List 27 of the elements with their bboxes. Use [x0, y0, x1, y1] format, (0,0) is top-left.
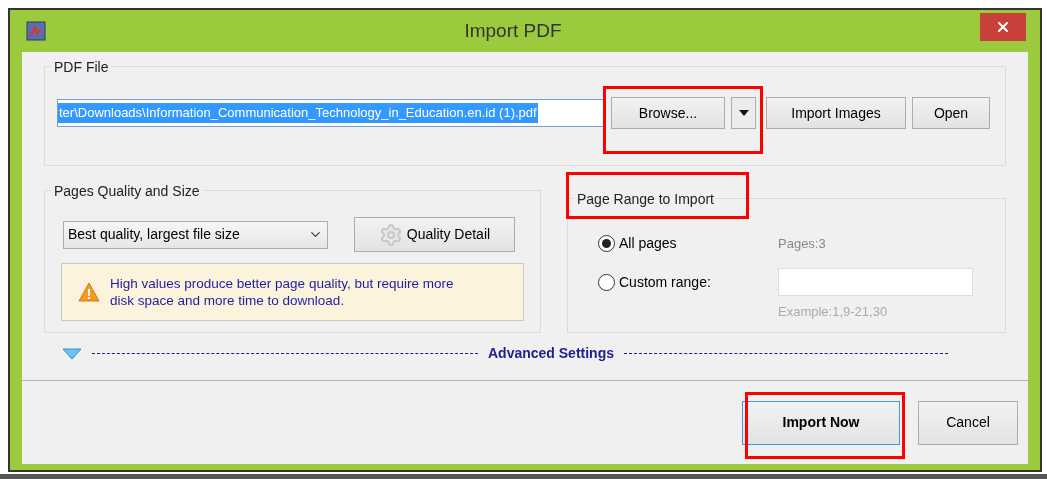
expand-toggle[interactable] [62, 347, 82, 360]
radio-button[interactable] [598, 235, 615, 252]
pdf-app-icon [26, 21, 46, 41]
window-title: Import PDF [463, 18, 563, 43]
close-button[interactable] [980, 13, 1026, 41]
quality-dropdown[interactable]: Best quality, largest file size [63, 220, 328, 249]
custom-range-field[interactable] [778, 268, 973, 296]
quality-detail-button[interactable]: Quality Detail [354, 217, 515, 252]
button[interactable]: Import Now [742, 400, 900, 445]
radio-option[interactable]: All pages [598, 233, 778, 254]
dropdown-button[interactable] [731, 97, 756, 129]
button[interactable]: Open [912, 97, 990, 129]
warning-text: High values produce better page quality, but require more disk space and more time to download. [110, 275, 455, 309]
close-icon [995, 19, 1011, 35]
file-path-value: ter\Downloads\Information_Communication_Technology_in_Education.en.id (1).pdf [58, 103, 538, 123]
radio-button[interactable] [598, 273, 615, 291]
gear-icon [378, 222, 403, 247]
radio-option[interactable]: Custom range: [598, 271, 778, 293]
triangle-down-icon [62, 347, 82, 360]
page-count: Pages:3 [778, 234, 827, 253]
example-hint: Example:1,9-21,30 [778, 303, 889, 321]
warning-icon [78, 282, 100, 302]
caret-icon [738, 110, 749, 116]
advanced-settings-link[interactable]: Advanced Settings [487, 343, 614, 364]
button[interactable]: Cancel [918, 400, 1018, 445]
button[interactable]: Browse... [611, 97, 725, 129]
button[interactable]: Import Images [766, 97, 906, 129]
